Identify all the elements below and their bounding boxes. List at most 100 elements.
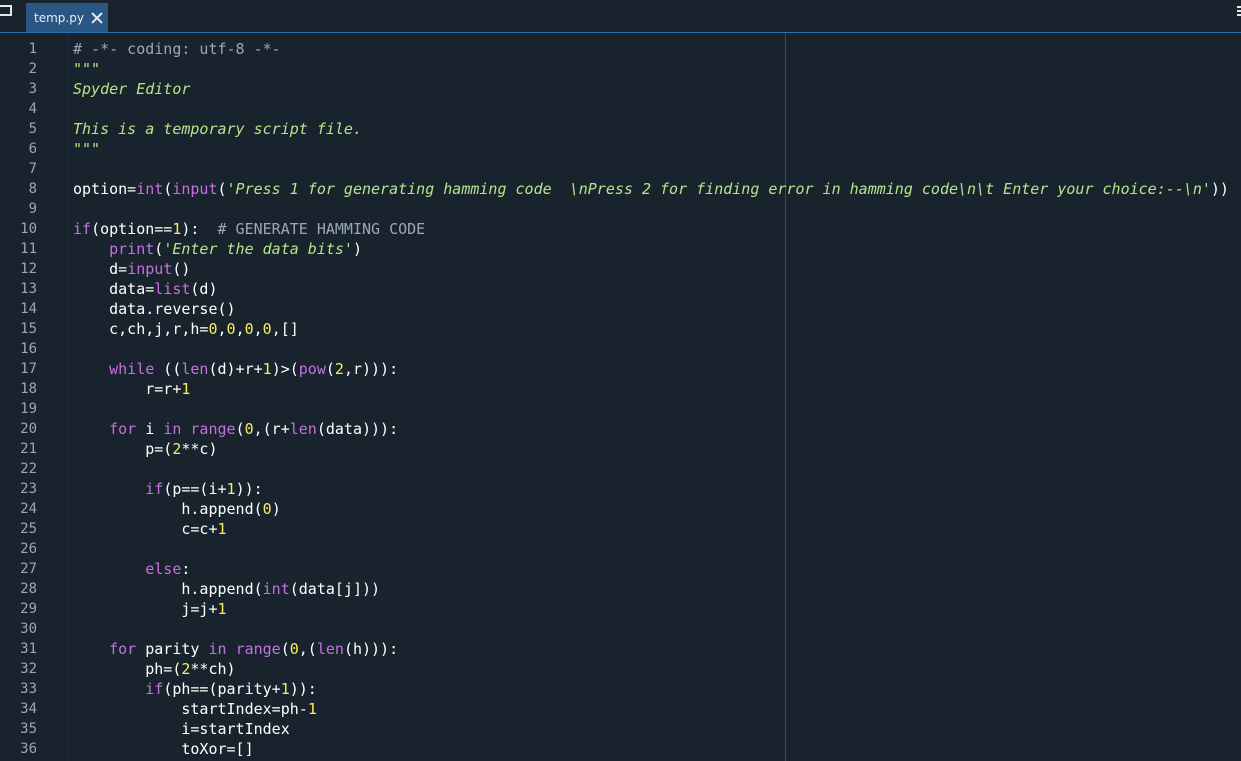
code-token: for	[109, 420, 137, 438]
code-line[interactable]: 16	[0, 339, 1241, 359]
code-line[interactable]: 5 This is a temporary script file.	[0, 119, 1241, 139]
code-token: (	[235, 420, 245, 438]
code-token: toXor=[]	[73, 740, 254, 758]
code-token: c=c+	[73, 520, 218, 538]
code-line[interactable]: 29 j=j+1	[0, 599, 1241, 619]
line-number: 4	[28, 101, 37, 117]
code-line[interactable]: 18 r=r+1	[0, 379, 1241, 399]
code-editor[interactable]: 1 # -*- coding: utf-8 -*- 2 """ 3 Spyder Edit…	[0, 33, 1241, 761]
code-line[interactable]: 9	[0, 199, 1241, 219]
code-token: 1	[217, 520, 227, 538]
code-line[interactable]: 8 option=int(input('Press 1 for generatin…	[0, 179, 1241, 199]
code-line[interactable]: 23 if(p==(i+1)):	[0, 479, 1241, 499]
code-token: (data))):	[316, 420, 399, 438]
line-number: 18	[20, 381, 37, 397]
line-number: 1	[28, 41, 37, 57]
code-token: (	[217, 180, 227, 198]
code-line[interactable]: 2 """	[0, 59, 1241, 79]
code-line[interactable]: 1 # -*- coding: utf-8 -*-	[0, 39, 1241, 59]
line-number: 6	[28, 141, 37, 157]
code-line[interactable]: 19	[0, 399, 1241, 419]
tab-temp-py[interactable]: temp.py	[26, 3, 108, 32]
code-line[interactable]: 33 if(ph==(parity+1)):	[0, 679, 1241, 699]
code-token: 1	[262, 360, 272, 378]
code-line[interactable]: 36 toXor=[]	[0, 739, 1241, 759]
code-token: c,ch,j,r,h=	[73, 320, 209, 338]
line-number: 20	[20, 421, 37, 437]
line-number: 14	[20, 301, 37, 317]
code-line[interactable]: 7	[0, 159, 1241, 179]
code-token: 0	[289, 640, 299, 658]
code-text: r=r+1	[73, 379, 190, 399]
code-token: # GENERATE HAMMING CODE	[217, 220, 426, 238]
code-token: in	[208, 640, 227, 658]
code-token: :	[181, 560, 191, 578]
code-line[interactable]: 3 Spyder Editor	[0, 79, 1241, 99]
code-token: 0	[262, 500, 272, 518]
code-token: 2	[334, 360, 344, 378]
code-text: Spyder Editor	[73, 79, 190, 99]
line-number: 21	[20, 441, 37, 457]
code-token: r=r+	[73, 380, 182, 398]
code-line[interactable]: 4	[0, 99, 1241, 119]
line-number: 33	[20, 681, 37, 697]
code-text: for i in range(0,(r+len(data))):	[73, 419, 398, 439]
code-token: 0	[262, 320, 272, 338]
code-line[interactable]: 22	[0, 459, 1241, 479]
code-line[interactable]: 28 h.append(int(data[j]))	[0, 579, 1241, 599]
code-line[interactable]: 21 p=(2**c)	[0, 439, 1241, 459]
line-number: 19	[20, 401, 37, 417]
code-line[interactable]: 26	[0, 539, 1241, 559]
code-line[interactable]: 6 """	[0, 139, 1241, 159]
code-token: option=	[73, 180, 137, 198]
code-line[interactable]: 12 d=input()	[0, 259, 1241, 279]
code-line[interactable]: 13 data=list(d)	[0, 279, 1241, 299]
code-text: for parity in range(0,(len(h))):	[73, 639, 398, 659]
code-line[interactable]: 32 ph=(2**ch)	[0, 659, 1241, 679]
code-line[interactable]: 14 data.reverse()	[0, 299, 1241, 319]
code-token: in	[163, 420, 182, 438]
code-line[interactable]: 31 for parity in range(0,(len(h))):	[0, 639, 1241, 659]
code-token: 'Enter the data bits'	[163, 240, 353, 258]
code-token: data.reverse()	[73, 300, 236, 318]
code-token: data=	[73, 280, 155, 298]
code-line[interactable]: 10 if(option==1): # GENERATE HAMMING CODE	[0, 219, 1241, 239]
code-line[interactable]: 11 print('Enter the data bits')	[0, 239, 1241, 259]
options-menu-icon[interactable]	[1237, 6, 1241, 16]
code-line[interactable]: 35 i=startIndex	[0, 719, 1241, 739]
tab-filename: temp.py	[34, 10, 84, 25]
close-icon[interactable]	[91, 12, 103, 24]
code-token: ,	[253, 320, 263, 338]
line-number: 26	[20, 541, 37, 557]
code-text: else:	[73, 559, 190, 579]
code-line[interactable]: 15 c,ch,j,r,h=0,0,0,0,[]	[0, 319, 1241, 339]
code-line[interactable]: 30	[0, 619, 1241, 639]
code-line[interactable]: 25 c=c+1	[0, 519, 1241, 539]
code-line[interactable]: 24 h.append(0)	[0, 499, 1241, 519]
code-text: data.reverse()	[73, 299, 236, 319]
code-token: j=j+	[73, 600, 218, 618]
code-token: ,r))):	[343, 360, 399, 378]
line-number: 12	[20, 261, 37, 277]
line-number: 17	[20, 361, 37, 377]
browse-tabs-icon[interactable]	[0, 5, 12, 16]
line-number: 10	[20, 221, 37, 237]
code-text: """	[73, 59, 100, 79]
code-token: (	[154, 240, 164, 258]
code-line[interactable]: 20 for i in range(0,(r+len(data))):	[0, 419, 1241, 439]
code-line[interactable]: 27 else:	[0, 559, 1241, 579]
code-token: h.append(	[73, 500, 263, 518]
code-text: c=c+1	[73, 519, 227, 539]
line-number: 35	[20, 721, 37, 737]
code-line[interactable]: 34 startIndex=ph-1	[0, 699, 1241, 719]
code-text: """	[73, 139, 100, 159]
code-token: """	[73, 140, 101, 158]
code-token: if	[145, 480, 164, 498]
code-token: ))	[1210, 180, 1229, 198]
code-text: data=list(d)	[73, 279, 217, 299]
code-line[interactable]: 17 while ((len(d)+r+1)>(pow(2,r))):	[0, 359, 1241, 379]
